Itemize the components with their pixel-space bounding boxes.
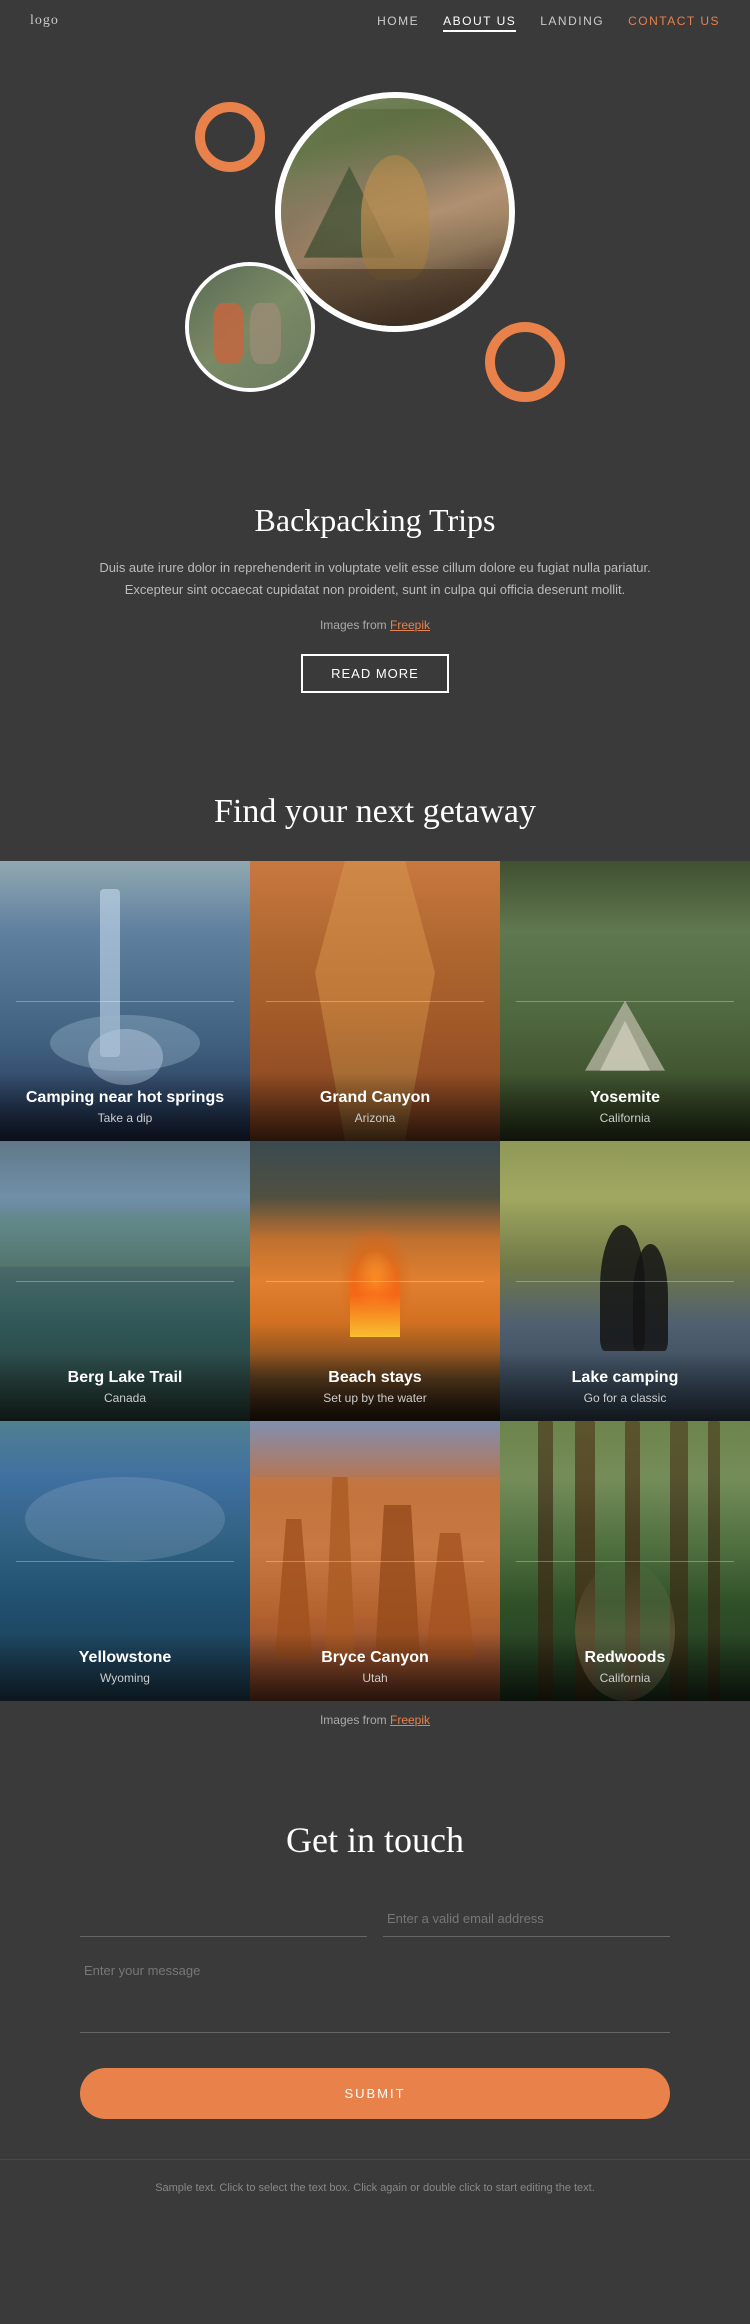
grid-subtitle-yosemite: California [516,1111,734,1125]
grid-overlay-grand-canyon: Grand Canyon Arizona [250,1073,500,1141]
grid-overlay-yosemite: Yosemite California [500,1073,750,1141]
grid-overlay-yellowstone: Yellowstone Wyoming [0,1633,250,1701]
grid-item-yellowstone[interactable]: Yellowstone Wyoming [0,1421,250,1701]
grid-item-bryce-canyon[interactable]: Bryce Canyon Utah [250,1421,500,1701]
freepik-link-2[interactable]: Freepik [390,1713,430,1727]
nav-contact[interactable]: CONTACT US [628,14,720,28]
grid-subtitle-bryce-canyon: Utah [266,1671,484,1685]
grid-title-hot-springs: Camping near hot springs [16,1089,234,1107]
grid-item-beach-stays[interactable]: Beach stays Set up by the water [250,1141,500,1421]
getaway-credit: Images from Freepik [0,1701,750,1739]
contact-title: Get in touch [80,1819,670,1861]
grid-overlay-beach-stays: Beach stays Set up by the water [250,1353,500,1421]
nav-links: HOME ABOUT US LANDING CONTACT US [377,12,720,30]
grid-divider [516,1281,734,1282]
nav-landing[interactable]: LANDING [540,14,604,28]
grid-divider [16,1281,234,1282]
grid-divider [16,1561,234,1562]
grid-title-bryce-canyon: Bryce Canyon [266,1649,484,1667]
navbar: logo HOME ABOUT US LANDING CONTACT US [0,0,750,42]
grid-divider [266,1001,484,1002]
grid-overlay-hot-springs: Camping near hot springs Take a dip [0,1073,250,1141]
contact-name-input[interactable] [80,1901,367,1937]
grid-title-grand-canyon: Grand Canyon [266,1089,484,1107]
grid-overlay-redwoods: Redwoods California [500,1633,750,1701]
grid-item-grand-canyon[interactable]: Grand Canyon Arizona [250,861,500,1141]
freepik-link-1[interactable]: Freepik [390,618,430,632]
grid-subtitle-yellowstone: Wyoming [16,1671,234,1685]
logo: logo [30,13,59,29]
grid-subtitle-berg-lake: Canada [16,1391,234,1405]
grid-divider [16,1001,234,1002]
grid-divider [516,1561,734,1562]
hero-small-photo [185,262,315,392]
backpacking-description: Duis aute irure dolor in reprehenderit i… [80,557,670,601]
hero-main-photo [275,92,515,332]
grid-subtitle-lake-camping: Go for a classic [516,1391,734,1405]
grid-overlay-lake-camping: Lake camping Go for a classic [500,1353,750,1421]
grid-title-yosemite: Yosemite [516,1089,734,1107]
contact-form-row-1 [80,1901,670,1937]
read-more-button[interactable]: READ MORE [301,654,449,693]
grid-item-yosemite[interactable]: Yosemite California [500,861,750,1141]
grid-title-yellowstone: Yellowstone [16,1649,234,1667]
grid-title-beach-stays: Beach stays [266,1369,484,1387]
grid-item-hot-springs[interactable]: Camping near hot springs Take a dip [0,861,250,1141]
grid-divider [266,1561,484,1562]
backpacking-section: Backpacking Trips Duis aute irure dolor … [0,482,750,743]
grid-subtitle-beach-stays: Set up by the water [266,1391,484,1405]
grid-item-lake-camping[interactable]: Lake camping Go for a classic [500,1141,750,1421]
grid-subtitle-grand-canyon: Arizona [266,1111,484,1125]
hero-circles [155,82,595,422]
contact-submit-button[interactable]: SUBMIT [80,2068,670,2119]
orange-ring-bottomright [485,322,565,402]
getaway-title: Find your next getaway [0,793,750,831]
contact-email-input[interactable] [383,1901,670,1937]
grid-subtitle-hot-springs: Take a dip [16,1111,234,1125]
contact-message-textarea[interactable] [80,1953,670,2033]
orange-ring-topleft [195,102,265,172]
backpacking-title: Backpacking Trips [80,502,670,539]
backpacking-credit: Images from Freepik [80,615,670,635]
grid-overlay-berg-lake: Berg Lake Trail Canada [0,1353,250,1421]
grid-divider [516,1001,734,1002]
grid-divider [266,1281,484,1282]
nav-about[interactable]: ABOUT US [443,14,516,32]
getaway-section: Find your next getaway Camping near hot … [0,743,750,1759]
footer-note: Sample text. Click to select the text bo… [0,2159,750,2228]
contact-section: Get in touch SUBMIT [0,1759,750,2159]
hero-section [0,42,750,482]
grid-overlay-bryce-canyon: Bryce Canyon Utah [250,1633,500,1701]
nav-home[interactable]: HOME [377,14,419,28]
grid-title-redwoods: Redwoods [516,1649,734,1667]
grid-subtitle-redwoods: California [516,1671,734,1685]
grid-item-berg-lake[interactable]: Berg Lake Trail Canada [0,1141,250,1421]
grid-item-redwoods[interactable]: Redwoods California [500,1421,750,1701]
grid-title-lake-camping: Lake camping [516,1369,734,1387]
grid-title-berg-lake: Berg Lake Trail [16,1369,234,1387]
getaway-grid: Camping near hot springs Take a dip Gran… [0,861,750,1701]
